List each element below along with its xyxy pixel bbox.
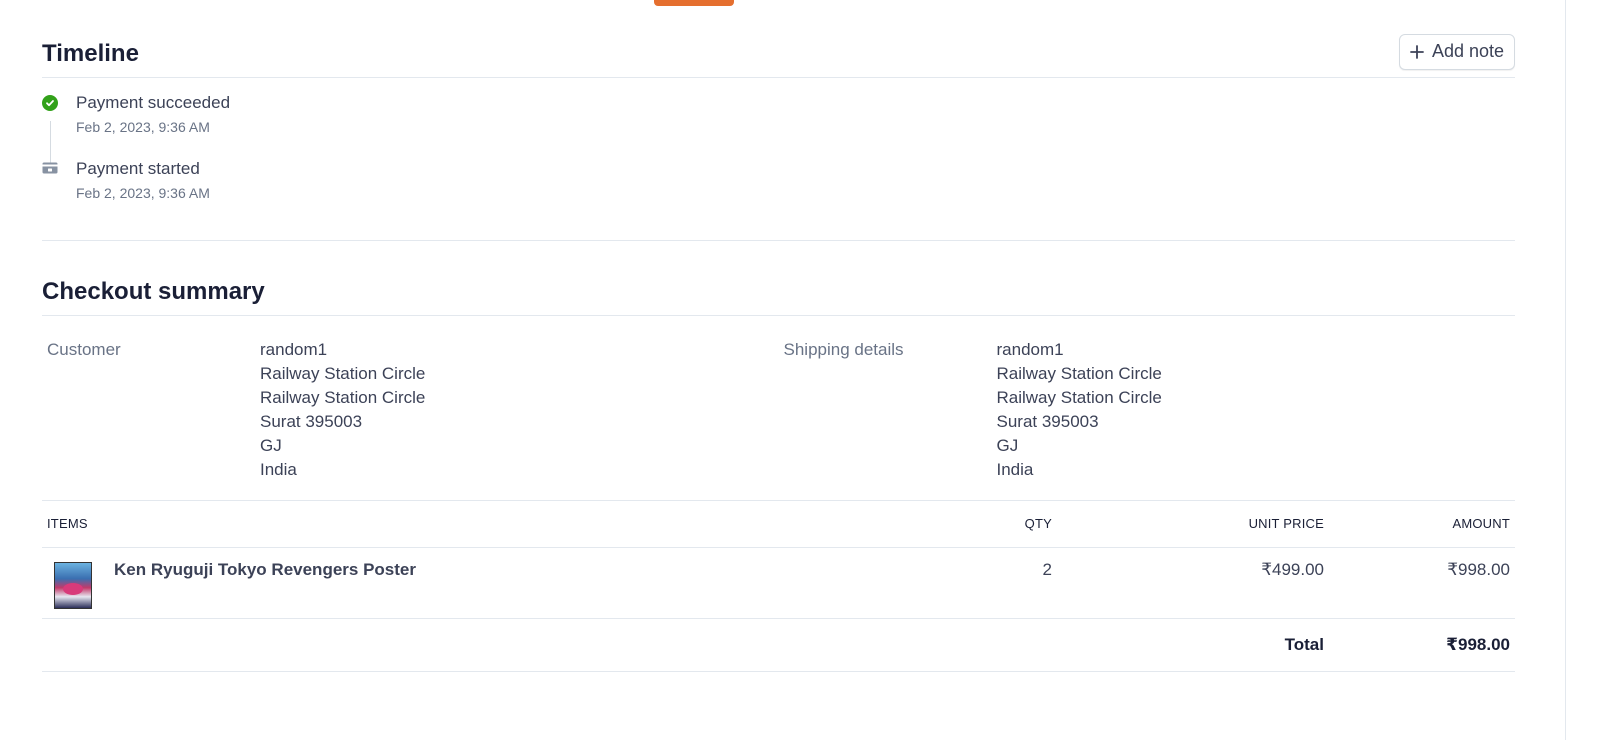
- address-details: Customer random1 Railway Station Circle …: [42, 316, 1515, 501]
- plus-icon: [1410, 41, 1424, 63]
- shipping-line: Surat 395003: [996, 412, 1099, 431]
- shipping-line: India: [996, 460, 1034, 479]
- customer-address: random1 Railway Station Circle Railway S…: [260, 338, 425, 482]
- item-qty: 2: [897, 547, 1057, 619]
- timeline-title: Timeline: [42, 39, 139, 67]
- payment-details-page: Timeline Add note Payment succeeded Feb …: [0, 0, 1623, 740]
- total-spacer: [42, 618, 897, 672]
- test-mode-badge: [654, 0, 734, 6]
- timeline-event-title: Payment succeeded: [76, 93, 231, 112]
- item-name: Ken Ryuguji Tokyo Revengers Poster: [114, 559, 416, 579]
- timeline-event-title: Payment started: [76, 159, 200, 178]
- column-header-items: ITEMS: [42, 501, 897, 548]
- timeline-list: Payment succeeded Feb 2, 2023, 9:36 AM P…: [42, 78, 1515, 241]
- timeline-header: Timeline Add note: [42, 30, 1515, 78]
- check-circle-icon: [42, 95, 58, 163]
- items-table: ITEMS QTY UNIT PRICE AMOUNT Ken Ryuguji …: [42, 501, 1515, 672]
- add-note-label: Add note: [1431, 41, 1504, 61]
- column-header-qty: QTY: [897, 501, 1057, 548]
- table-row[interactable]: Ken Ryuguji Tokyo Revengers Poster 2 ₹49…: [42, 547, 1515, 619]
- shipping-label: Shipping details: [783, 340, 904, 359]
- checkout-summary-header: Checkout summary: [42, 268, 1515, 316]
- timeline-connector: [49, 121, 51, 163]
- shipping-line: Railway Station Circle: [996, 388, 1162, 407]
- add-note-button[interactable]: Add note: [1398, 33, 1515, 70]
- timeline-event-started: Payment started Feb 2, 2023, 9:36 AM: [42, 158, 1515, 224]
- total-value: ₹998.00: [1329, 618, 1515, 672]
- customer-line: Surat 395003: [260, 412, 363, 431]
- customer-label: Customer: [47, 340, 121, 359]
- timeline-event-time: Feb 2, 2023, 9:36 AM: [76, 119, 210, 135]
- total-label: Total: [1057, 618, 1329, 672]
- customer-line: random1: [260, 340, 328, 359]
- item-unit-price: ₹499.00: [1057, 547, 1329, 619]
- total-spacer: [897, 618, 1057, 672]
- shipping-line: Railway Station Circle: [996, 364, 1162, 383]
- timeline-section: Timeline Add note Payment succeeded Feb …: [42, 30, 1515, 241]
- item-cell: Ken Ryuguji Tokyo Revengers Poster: [42, 547, 897, 619]
- shipping-line: GJ: [996, 436, 1019, 455]
- total-row: Total ₹998.00: [42, 618, 1515, 672]
- customer-line: GJ: [260, 436, 282, 455]
- product-thumbnail: [54, 561, 92, 609]
- items-table-header: ITEMS QTY UNIT PRICE AMOUNT: [42, 501, 1515, 548]
- item-amount: ₹998.00: [1329, 547, 1515, 619]
- customer-line: India: [260, 460, 297, 479]
- timeline-event-time: Feb 2, 2023, 9:36 AM: [76, 185, 210, 201]
- customer-line: Railway Station Circle: [260, 364, 426, 383]
- scrollbar-divider: [1565, 0, 1566, 740]
- checkout-summary-title: Checkout summary: [42, 277, 265, 305]
- column-header-amount: AMOUNT: [1329, 501, 1515, 548]
- timeline-event-succeeded: Payment succeeded Feb 2, 2023, 9:36 AM: [42, 92, 1515, 163]
- shipping-details: Shipping details random1 Railway Station…: [779, 338, 1516, 482]
- customer-line: Railway Station Circle: [260, 388, 426, 407]
- customer-details: Customer random1 Railway Station Circle …: [42, 338, 779, 482]
- card-icon: [42, 161, 58, 177]
- checkout-summary-section: Checkout summary Customer random1 Railwa…: [42, 268, 1515, 672]
- column-header-unit-price: UNIT PRICE: [1057, 501, 1329, 548]
- shipping-line: random1: [996, 340, 1064, 359]
- shipping-address: random1 Railway Station Circle Railway S…: [997, 338, 1162, 482]
